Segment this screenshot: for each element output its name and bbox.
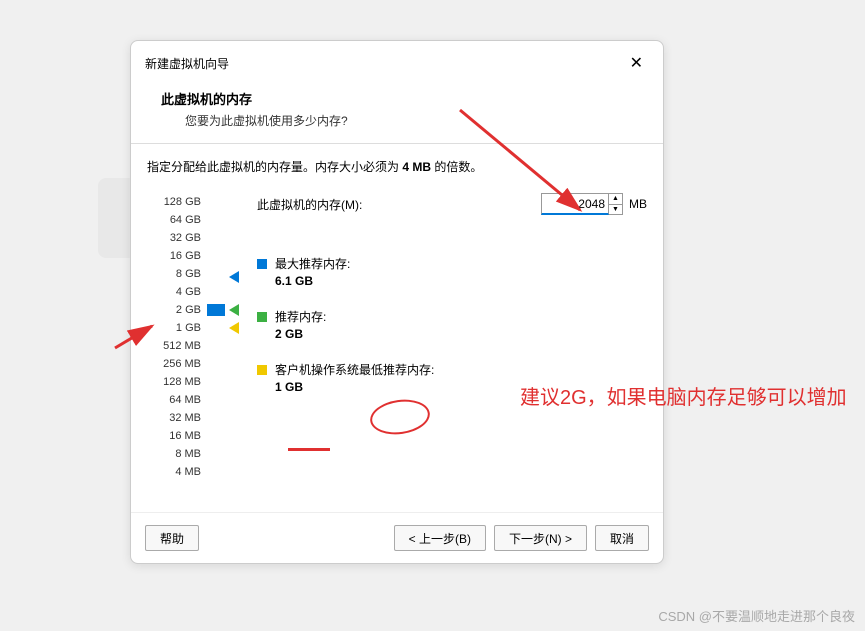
memory-label: 此虚拟机的内存(M):	[257, 196, 362, 213]
scale-label: 32 GB	[147, 229, 207, 247]
scale-label: 512 MB	[147, 337, 207, 355]
wizard-dialog: 新建虚拟机向导 ✕ 此虚拟机的内存 您要为此虚拟机使用多少内存? 指定分配给此虚…	[130, 40, 664, 564]
back-button[interactable]: < 上一步(B)	[394, 525, 486, 551]
yellow-square-icon	[257, 365, 267, 375]
scale-label: 8 GB	[147, 265, 207, 283]
slider-handle[interactable]	[207, 304, 225, 316]
dialog-title: 新建虚拟机向导	[145, 55, 229, 72]
footer-buttons: 帮助 < 上一步(B) 下一步(N) > 取消	[131, 512, 663, 563]
scale-label: 128 MB	[147, 373, 207, 391]
scale-label: 256 MB	[147, 355, 207, 373]
spinner-up-icon[interactable]: ▲	[609, 194, 622, 205]
recommended-block: 推荐内存: 2 GB	[257, 308, 647, 341]
green-square-icon	[257, 312, 267, 322]
recommended-value: 2 GB	[257, 327, 647, 341]
scale-label: 16 MB	[147, 427, 207, 445]
min-recommended-block: 客户机操作系统最低推荐内存: 1 GB	[257, 361, 647, 394]
next-button[interactable]: 下一步(N) >	[494, 525, 587, 551]
right-column: 此虚拟机的内存(M): ▲ ▼ MB 最大推荐内存: 6.1 GB	[247, 193, 647, 481]
max-marker-icon	[229, 271, 239, 283]
memory-unit: MB	[629, 197, 647, 211]
memory-input[interactable]	[541, 193, 609, 215]
header-title: 此虚拟机的内存	[161, 89, 633, 108]
scale-label: 4 GB	[147, 283, 207, 301]
min-recommended-value: 1 GB	[257, 380, 647, 394]
header-section: 此虚拟机的内存 您要为此虚拟机使用多少内存?	[131, 81, 663, 143]
scale-label: 128 GB	[147, 193, 207, 211]
max-recommended-value: 6.1 GB	[257, 274, 647, 288]
rec-marker-icon	[229, 304, 239, 316]
scale-label: 64 GB	[147, 211, 207, 229]
help-button[interactable]: 帮助	[145, 525, 199, 551]
watermark: CSDN @不要温顺地走进那个良夜	[658, 606, 855, 625]
scale-label: 4 MB	[147, 463, 207, 481]
close-icon[interactable]: ✕	[624, 51, 649, 75]
memory-slider-track[interactable]	[207, 193, 247, 481]
memory-spinner[interactable]: ▲ ▼	[609, 193, 623, 215]
max-recommended-block: 最大推荐内存: 6.1 GB	[257, 255, 647, 288]
min-marker-icon	[229, 322, 239, 334]
scale-label: 8 MB	[147, 445, 207, 463]
header-subtitle: 您要为此虚拟机使用多少内存?	[161, 112, 633, 129]
scale-label: 16 GB	[147, 247, 207, 265]
blue-square-icon	[257, 259, 267, 269]
memory-input-row: 此虚拟机的内存(M): ▲ ▼ MB	[257, 193, 647, 215]
scale-label: 32 MB	[147, 409, 207, 427]
content-area: 指定分配给此虚拟机的内存量。内存大小必须为 4 MB 的倍数。 128 GB 6…	[131, 144, 663, 491]
memory-scale-labels: 128 GB 64 GB 32 GB 16 GB 8 GB 4 GB 2 GB …	[147, 193, 207, 481]
instruction-text: 指定分配给此虚拟机的内存量。内存大小必须为 4 MB 的倍数。	[147, 158, 647, 175]
spinner-down-icon[interactable]: ▼	[609, 205, 622, 215]
scale-label: 1 GB	[147, 319, 207, 337]
scale-label: 64 MB	[147, 391, 207, 409]
cancel-button[interactable]: 取消	[595, 525, 649, 551]
scale-label: 2 GB	[147, 301, 207, 319]
titlebar: 新建虚拟机向导 ✕	[131, 41, 663, 81]
